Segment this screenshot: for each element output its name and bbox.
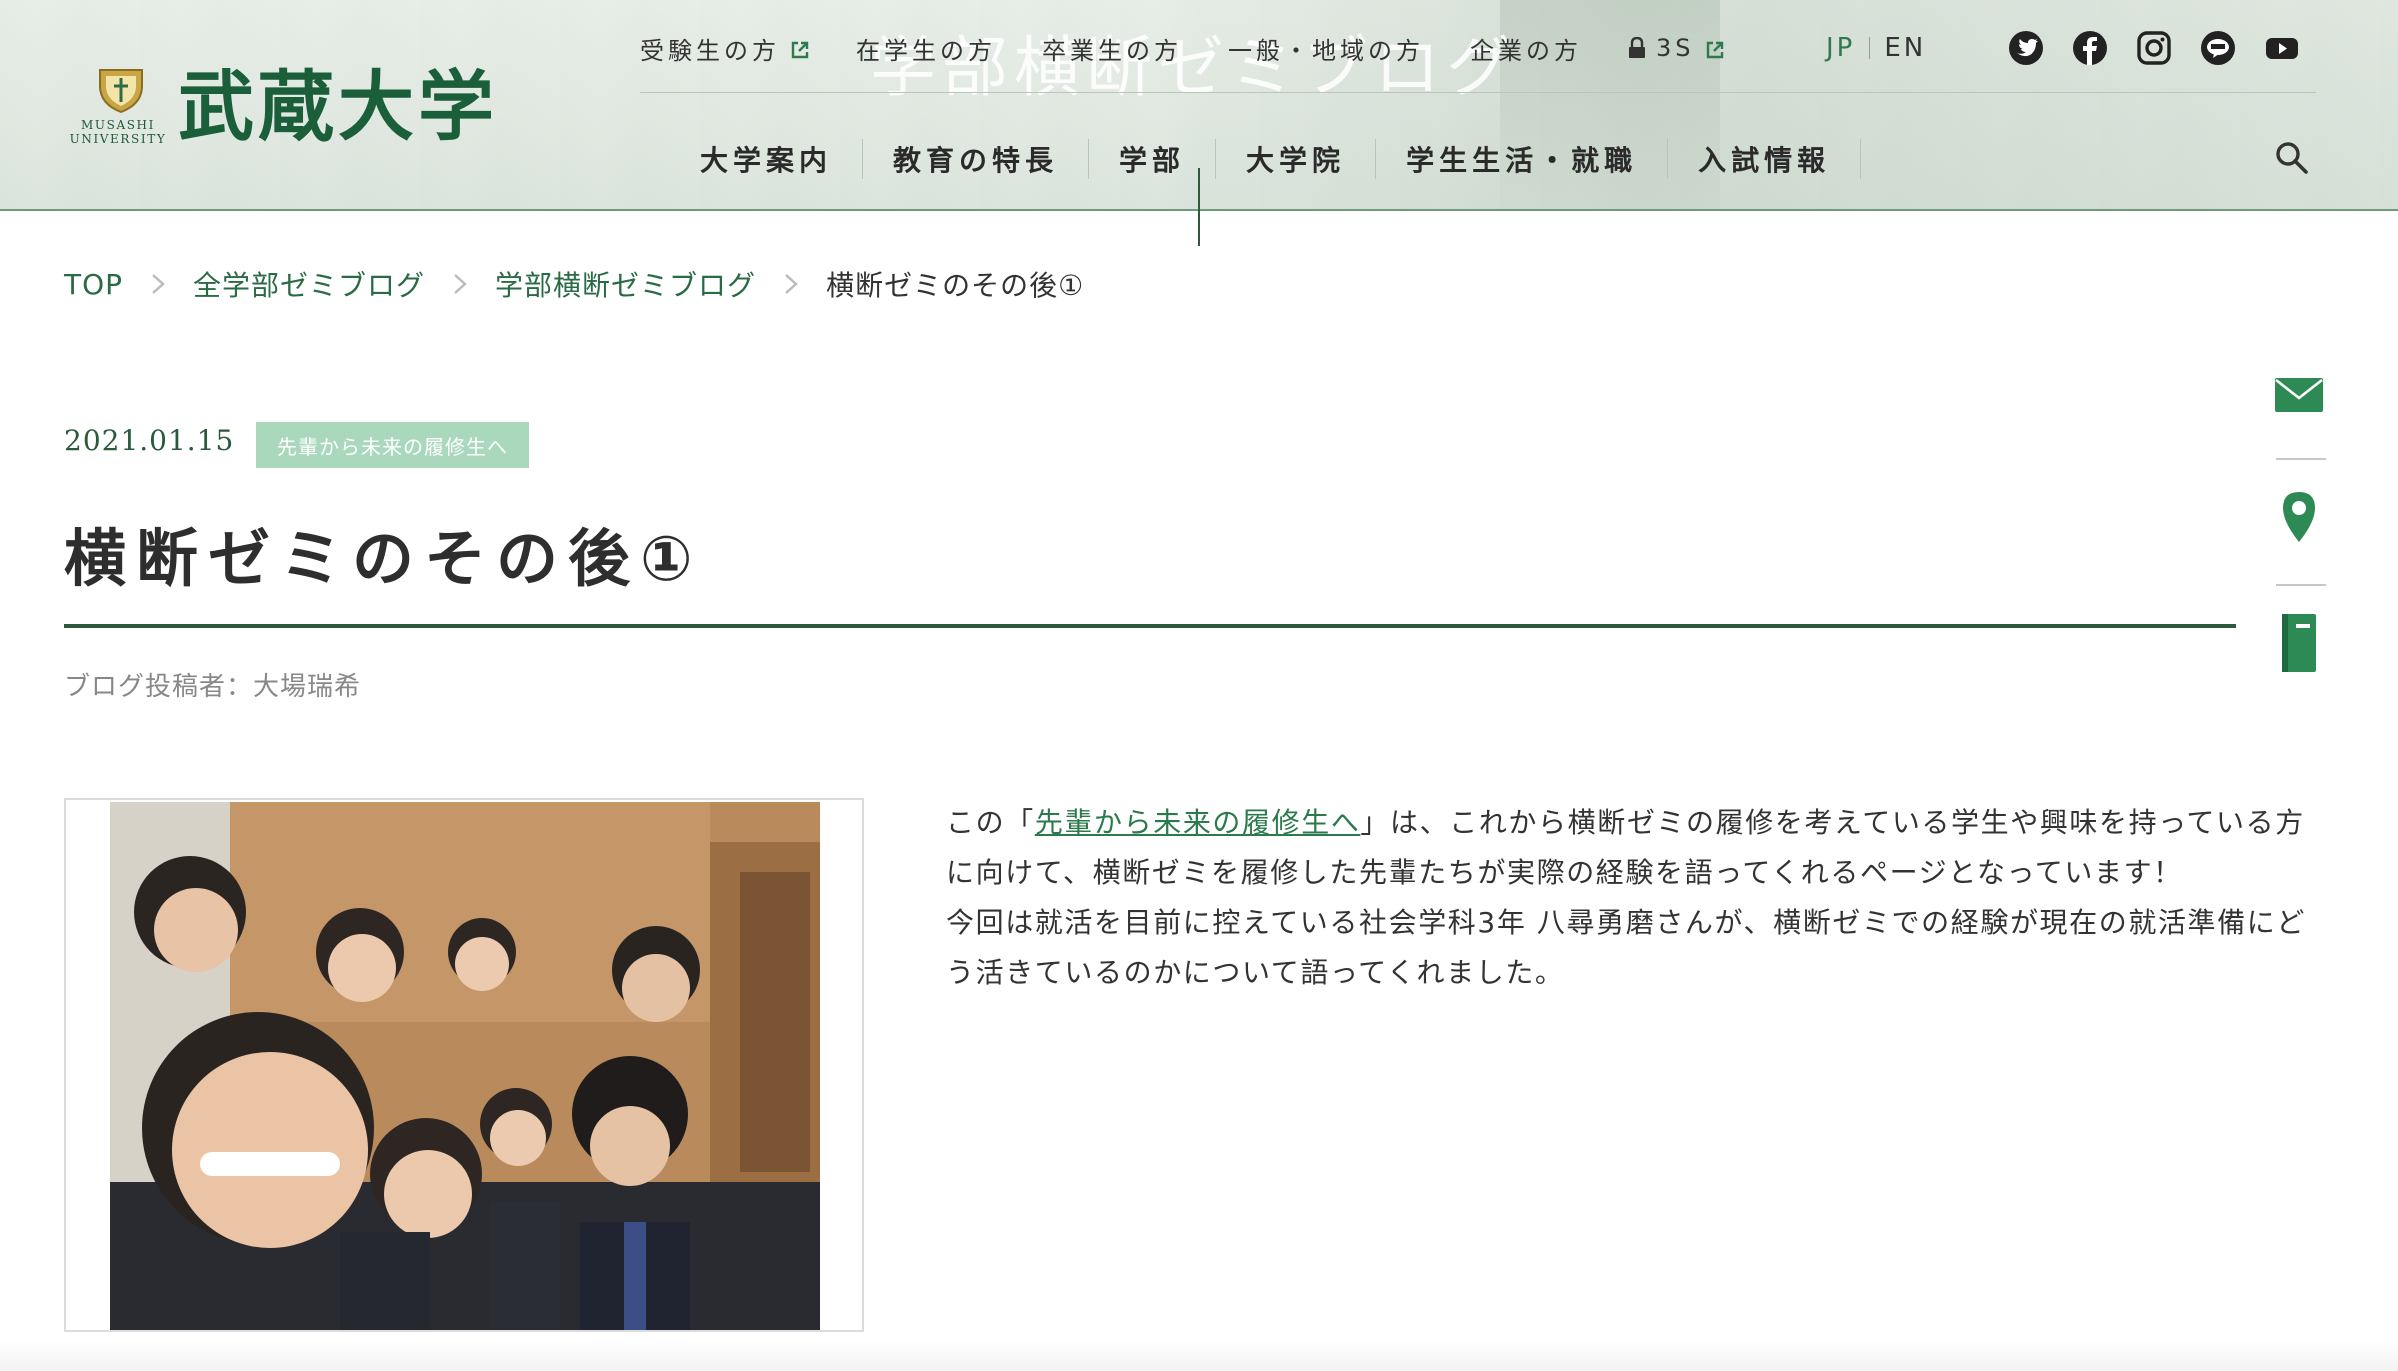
lang-jp[interactable]: JP	[1826, 33, 1855, 63]
side-divider	[2276, 458, 2326, 460]
facebook-icon[interactable]	[2072, 30, 2108, 66]
language-switcher: JP EN	[1826, 28, 1926, 68]
mail-icon[interactable]	[2270, 360, 2328, 424]
university-logo[interactable]: MUSASHI UNIVERSITY 武蔵大学	[66, 60, 506, 151]
audience-nav-prospective[interactable]: 受験生の方	[640, 31, 810, 66]
external-link-icon	[790, 38, 810, 59]
main-nav-admissions[interactable]: 入試情報	[1668, 139, 1862, 179]
article-photo	[64, 798, 864, 1332]
breadcrumb-all-seminar-blog[interactable]: 全学部ゼミブログ	[193, 264, 425, 304]
audience-nav-alumni[interactable]: 卒業生の方	[1042, 31, 1182, 66]
audience-nav: 受験生の方 在学生の方 卒業生の方 一般・地域の方 企業の方 3S	[640, 28, 1771, 68]
article-paragraph-1: この「先輩から未来の履修生へ」は、これから横断ゼミの履修を考えている学生や興味を…	[946, 806, 2305, 889]
main-nav-faculties[interactable]: 学部	[1089, 139, 1217, 179]
header-divider	[640, 92, 2316, 93]
page-title: 横断ゼミのその後①	[64, 522, 703, 595]
social-links	[2008, 30, 2328, 66]
scroll-indicator	[1198, 168, 1200, 246]
post-date: 2021.01.15	[64, 424, 235, 457]
breadcrumb: TOP 全学部ゼミブログ 学部横断ゼミブログ 横断ゼミのその後①	[64, 262, 1084, 306]
page-fold-shadow	[0, 1340, 2398, 1371]
tag-link[interactable]: 先輩から未来の履修生へ	[1035, 806, 1361, 839]
breadcrumb-crossdept-blog[interactable]: 学部横断ゼミブログ	[495, 264, 756, 304]
external-link-icon	[1705, 38, 1725, 59]
logo-japanese: 武蔵大学	[178, 62, 498, 151]
twitter-icon[interactable]	[2008, 30, 2044, 66]
chevron-right-icon	[784, 273, 798, 295]
title-divider	[64, 624, 2236, 628]
article-body: この「先輩から未来の履修生へ」は、これから横断ゼミの履修を考えている学生や興味を…	[946, 798, 2316, 998]
instagram-icon[interactable]	[2136, 30, 2172, 66]
book-icon[interactable]	[2270, 612, 2328, 676]
article-paragraph-2: 今回は就活を目前に控えている社会学科3年 八尋勇磨さんが、横断ゼミでの経験が現在…	[946, 906, 2306, 989]
audience-nav-public[interactable]: 一般・地域の方	[1228, 31, 1424, 66]
youtube-icon[interactable]	[2264, 30, 2300, 66]
main-nav-about[interactable]: 大学案内	[640, 139, 864, 179]
main-nav: 大学案内 教育の特長 学部 大学院 学生生活・就職 入試情報	[640, 130, 1862, 188]
main-nav-education[interactable]: 教育の特長	[863, 139, 1090, 179]
breadcrumb-top[interactable]: TOP	[64, 268, 123, 301]
lock-icon	[1628, 36, 1646, 59]
main-nav-graduate[interactable]: 大学院	[1216, 139, 1377, 179]
side-divider	[2276, 584, 2326, 586]
chevron-right-icon	[151, 273, 165, 295]
search-icon[interactable]	[2274, 140, 2310, 176]
category-tag[interactable]: 先輩から未来の履修生へ	[256, 422, 529, 468]
group-photo-image	[110, 802, 820, 1330]
audience-nav-business[interactable]: 企業の方	[1470, 31, 1582, 66]
logo-english: MUSASHI UNIVERSITY	[69, 118, 167, 146]
chevron-right-icon	[453, 273, 467, 295]
lang-en[interactable]: EN	[1884, 33, 1926, 63]
audience-nav-current[interactable]: 在学生の方	[856, 31, 996, 66]
lang-divider	[1869, 37, 1871, 59]
crest-icon	[94, 64, 148, 114]
main-nav-campus-life[interactable]: 学生生活・就職	[1376, 139, 1669, 179]
breadcrumb-current: 横断ゼミのその後①	[826, 269, 1085, 302]
audience-nav-3s[interactable]: 3S	[1628, 34, 1725, 62]
page: 学部横断ゼミブログ MUSASHI UNIVERSITY 武蔵大学 受験生の方	[0, 0, 2398, 1371]
map-pin-icon[interactable]	[2270, 486, 2328, 550]
line-icon[interactable]	[2200, 30, 2236, 66]
post-author: ブログ投稿者：大場瑞希	[64, 672, 362, 702]
